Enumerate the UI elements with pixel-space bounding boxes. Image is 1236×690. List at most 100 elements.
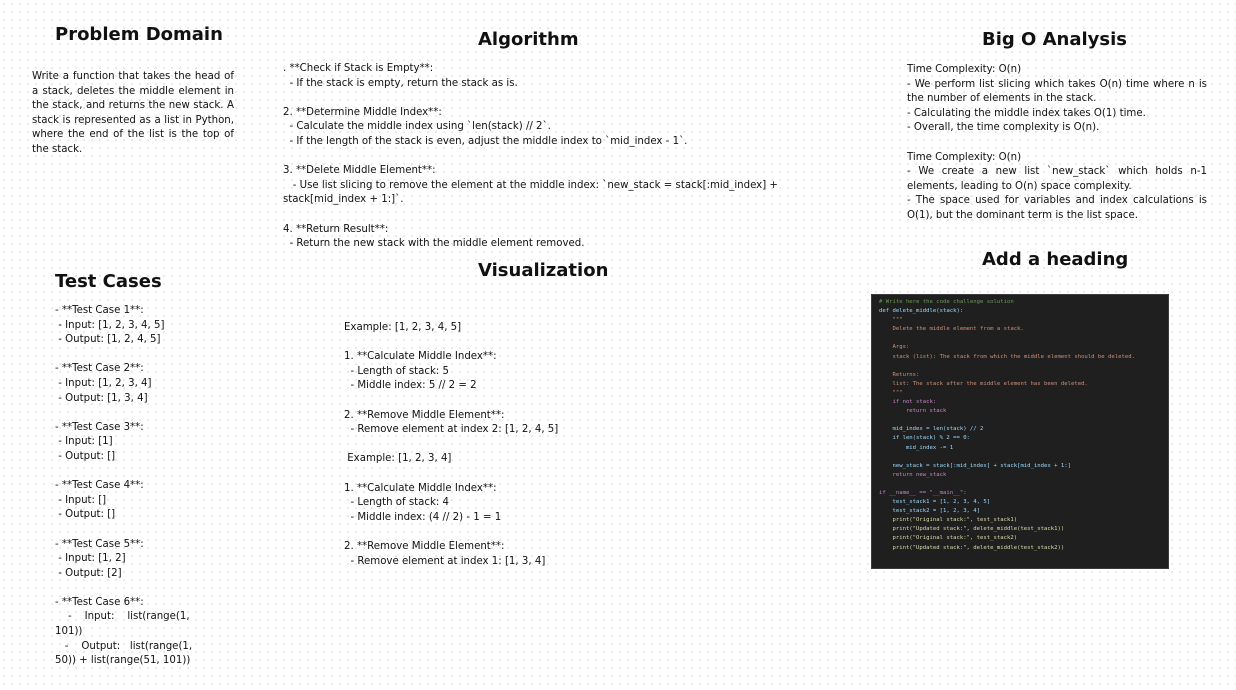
visualization-line: Example: [1, 2, 3, 4, 5] — [344, 322, 462, 333]
test-case-line: - Input: [1, 2] — [55, 553, 126, 565]
test-case-line: - **Test Case 3**: — [55, 421, 144, 433]
test-case-line: - Output: [1, 2, 4, 5] — [55, 334, 161, 346]
add-heading-heading[interactable]: Add a heading — [982, 249, 1128, 270]
code-line: if len(stack) % 2 == 0: — [879, 435, 970, 442]
algorithm-line: 3. **Delete Middle Element**: — [283, 165, 436, 177]
code-line: return stack — [879, 408, 947, 415]
algorithm-line: - Use list slicing to remove the element… — [283, 179, 778, 191]
code-line: print("Original stack:", test_stack1) — [879, 517, 1018, 524]
algorithm-line: - Calculate the middle index using `len(… — [283, 121, 551, 133]
code-line: stack (list): The stack from which the m… — [879, 353, 1135, 360]
test-case-line: - **Test Case 6**: — [55, 596, 144, 608]
code-line: """ — [879, 389, 903, 396]
test-case-line: - **Test Case 2**: — [55, 363, 144, 375]
test-case-line: - Input: [1, 2, 3, 4, 5] — [55, 319, 165, 331]
space-complexity-line: - The space used for variables and index… — [907, 195, 1207, 221]
time-complexity-line: - Calculating the middle index takes O(1… — [907, 107, 1146, 119]
test-case-line: - Output: [] — [55, 509, 116, 521]
test-case-line: - Output: list(range(1, — [55, 640, 193, 652]
visualization-line: 1. **Calculate Middle Index**: — [344, 351, 497, 363]
visualization-line: 2. **Remove Middle Element**: — [344, 540, 505, 552]
time-complexity-title: Time Complexity: O(n) — [907, 64, 1022, 75]
code-line: return new_stack — [879, 471, 947, 478]
test-case-line: - Output: [2] — [55, 567, 122, 579]
problem-domain-heading: Problem Domain — [55, 24, 223, 45]
space-complexity-title: Time Complexity: O(n) — [907, 151, 1022, 163]
test-case-line: - **Test Case 5**: — [55, 538, 144, 550]
time-complexity-lines: - We perform list slicing which takes O(… — [907, 78, 1207, 136]
space-complexity-line: - We create a new list `new_stack` which… — [907, 166, 1207, 192]
code-line: Args: — [879, 344, 910, 351]
algorithm-line: 2. **Determine Middle Index**: — [283, 106, 442, 118]
visualization-line: - Middle index: (4 // 2) - 1 = 1 — [344, 511, 502, 523]
algorithm-line: - If the stack is empty, return the stac… — [283, 77, 518, 89]
visualization-line: 1. **Calculate Middle Index**: — [344, 482, 497, 494]
code-line: if __name__ == "__main__": — [879, 489, 967, 496]
algorithm-line: - Return the new stack with the middle e… — [283, 238, 585, 250]
test-case-line: - Input: [1] — [55, 436, 113, 448]
code-line: new_stack = stack[:mid_index] + stack[mi… — [879, 462, 1071, 469]
big-o-heading: Big O Analysis — [982, 29, 1128, 50]
visualization-steps: Example: [1, 2, 3, 4, 5] 1. **Calculate M… — [344, 321, 604, 569]
visualization-line: - Remove element at index 1: [1, 3, 4] — [344, 555, 546, 567]
code-line: """ — [879, 317, 903, 324]
time-complexity-line: - We perform list slicing which takes O(… — [907, 78, 1207, 105]
code-line: # Write here the code challenge solution — [879, 299, 1014, 305]
code-snippet-image: # Write here the code challenge solution… — [871, 294, 1169, 569]
code-line: test_stack2 = [1, 2, 3, 4] — [879, 508, 981, 515]
visualization-line: - Remove element at index 2: [1, 2, 4, 5… — [344, 424, 559, 436]
visualization-line: Example: [1, 2, 3, 4] — [344, 453, 452, 465]
big-o-analysis: Time Complexity: O(n) - We perform list … — [907, 63, 1207, 224]
visualization-line: 2. **Remove Middle Element**: — [344, 409, 505, 421]
algorithm-heading: Algorithm — [478, 29, 579, 50]
algorithm-line: . **Check if Stack is Empty**: — [283, 63, 434, 74]
code-line: def delete_middle(stack): — [879, 308, 964, 315]
algorithm-line: 4. **Return Result**: — [283, 223, 389, 235]
visualization-line: - Middle index: 5 // 2 = 2 — [344, 380, 477, 392]
code-line: print("Updated stack:", delete_middle(te… — [879, 526, 1065, 533]
code-line: mid_index = len(stack) // 2 — [879, 426, 984, 433]
test-case-line: - **Test Case 4**: — [55, 480, 144, 492]
test-case-line: - Input: list(range(1, — [55, 611, 190, 623]
visualization-line: - Length of stack: 5 — [344, 365, 450, 377]
test-case-line: - Input: [] — [55, 494, 107, 506]
test-case-line: - **Test Case 1**: — [55, 305, 144, 316]
algorithm-steps: . **Check if Stack is Empty**: - If the … — [283, 62, 805, 252]
test-case-line: 101)) — [55, 626, 83, 638]
code-line: list: The stack after the middle element… — [879, 380, 1088, 387]
code-line: if not stack: — [879, 399, 937, 406]
time-complexity-line: - Overall, the time complexity is O(n). — [907, 122, 1100, 134]
code-line: Delete the middle element from a stack. — [879, 326, 1024, 333]
algorithm-line: stack[mid_index + 1:]`. — [283, 194, 404, 206]
test-case-line: 50)) + list(range(51, 101)) — [55, 655, 191, 667]
test-case-line: - Input: [1, 2, 3, 4] — [55, 377, 152, 389]
algorithm-line: - If the length of the stack is even, ad… — [283, 135, 688, 147]
code-line: Returns: — [879, 371, 920, 378]
problem-domain-text: Write a function that takes the head of … — [32, 71, 234, 155]
test-cases-list: - **Test Case 1**: - Input: [1, 2, 3, 4,… — [55, 304, 195, 669]
code-line: test_stack1 = [1, 2, 3, 4, 5] — [879, 499, 991, 506]
test-case-line: - Output: [] — [55, 450, 116, 462]
visualization-heading: Visualization — [478, 260, 609, 281]
code-line: print("Updated stack:", delete_middle(te… — [879, 544, 1065, 551]
code-line: print("Original stack:", test_stack2) — [879, 535, 1018, 542]
visualization-line: - Length of stack: 4 — [344, 497, 450, 509]
